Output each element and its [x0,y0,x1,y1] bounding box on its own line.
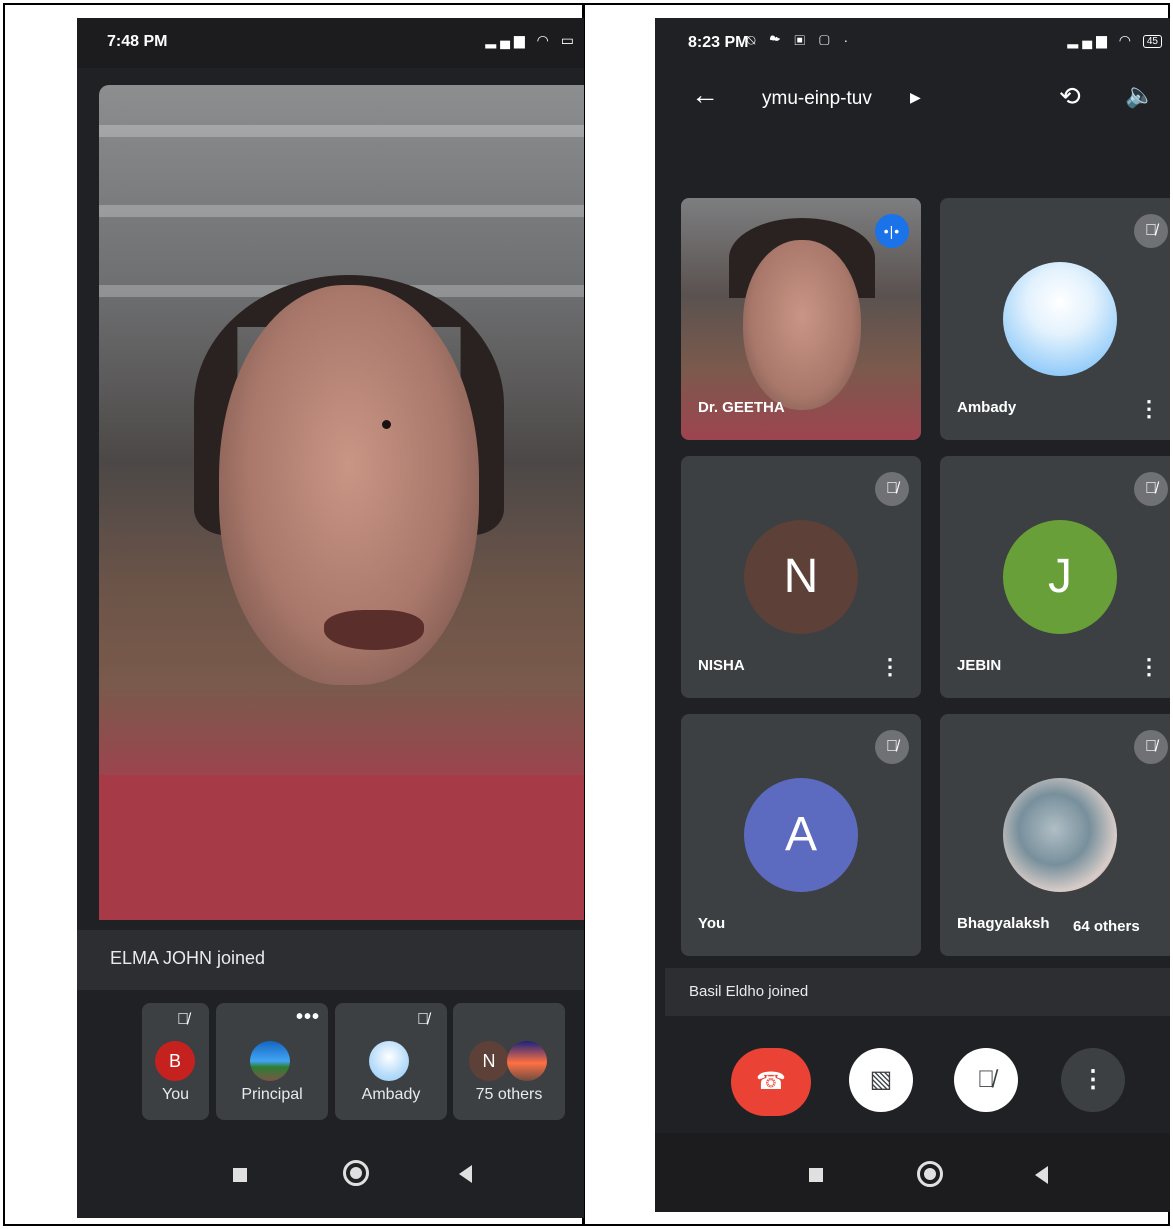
android-nav-bar [77,1138,584,1218]
avatar [1003,262,1117,376]
mic-off-icon: 🎙̸ [1134,730,1168,764]
home-button[interactable] [917,1161,943,1187]
alarm-off-icon: ⍉ [747,32,761,48]
participant-tile-principal[interactable]: ••• Principal [216,1003,328,1120]
back-arrow-icon[interactable]: ← [691,79,719,111]
participant-name: 75 others [475,1086,543,1103]
cloud-icon: ☁ [769,32,786,48]
join-notice-text: Basil Eldho joined [689,983,809,1000]
more-vert-icon[interactable]: ⋮ [879,656,901,678]
join-notice-text: ELMA JOHN joined [110,948,266,968]
participant-name: Ambady [957,399,1017,416]
speaker-icon[interactable]: 🔈 [1125,81,1155,110]
status-bar: 7:48 PM ▂▄▆ ◠ ▭ [77,18,584,68]
ceiling-beam [99,205,584,217]
left-phone-screen: 7:48 PM ▂▄▆ ◠ ▭ ELMA JOHN joined 🎙̸ B Yo… [77,18,584,1218]
notification-icons: ⍉ ☁ ▣ ▢ · [747,32,853,49]
mic-off-icon: 🎙̸ [875,472,909,506]
participant-tile-others[interactable]: N 75 others [453,1003,565,1120]
app-icon: ▣ [794,32,811,48]
mic-off-icon: 🎙̸ [1134,214,1168,248]
participant-name: Dr. GEETHA [698,399,785,416]
signal-icon: ▂▄▆ [485,32,529,48]
more-vert-icon[interactable]: ⋮ [1138,656,1160,678]
mic-off-icon: 🎙̸ [417,1011,429,1028]
participant-tile-you[interactable]: 🎙̸ B You [142,1003,209,1120]
hang-up-icon: ☎ [756,1068,786,1095]
battery-icon: ▭ [560,32,578,48]
participant-name: Ambady [361,1086,421,1103]
page: 7:48 PM ▂▄▆ ◠ ▭ ELMA JOHN joined 🎙̸ B Yo… [0,0,1173,1229]
meeting-code[interactable]: ymu-einp-tuv [762,88,872,110]
mic-toggle-button[interactable]: 🎙̸ [954,1048,1018,1112]
avatar [369,1041,409,1081]
mic-off-icon: 🎙̸ [177,1011,189,1028]
end-call-button[interactable]: ☎ [731,1048,811,1116]
more-options-button[interactable]: ⋮ [1061,1048,1125,1112]
avatar: A [744,778,858,892]
battery-icon: 45 [1142,34,1162,48]
join-notice: ELMA JOHN joined [77,930,584,990]
participant-name: You [698,915,726,932]
status-bar: 8:23 PM ⍉ ☁ ▣ ▢ · ▂▄▆ ◠ 45 [655,18,1170,68]
join-notice: Basil Eldho joined [665,968,1170,1016]
right-phone-screen: 8:23 PM ⍉ ☁ ▣ ▢ · ▂▄▆ ◠ 45 ← ymu-einp-tu… [655,18,1170,1212]
participant-tile-nisha[interactable]: 🎙̸ N NISHA ⋮ [681,456,921,698]
participant-name: Bhagyalaksh [957,915,1050,932]
participant-name: Principal [241,1086,303,1103]
speaking-indicator-icon: •|• [875,214,909,248]
bindi [382,420,391,429]
status-time: 8:23 PM [688,34,749,51]
back-button[interactable] [459,1165,472,1183]
avatar [1003,778,1117,892]
participant-tile-ambady[interactable]: 🎙̸ Ambady ⋮ [940,198,1170,440]
participant-name: NISHA [698,657,745,674]
mouth [324,610,424,650]
wifi-icon: ◠ [1118,32,1135,48]
home-button[interactable] [343,1160,369,1186]
wifi-icon: ◠ [536,32,553,48]
status-icons: ▂▄▆ ◠ 45 [1067,32,1162,49]
recents-button[interactable] [809,1168,823,1182]
participant-name: You [162,1086,189,1103]
mic-off-icon: 🎙̸ [977,1066,995,1093]
main-video-feed[interactable] [99,85,584,920]
back-button[interactable] [1035,1166,1048,1184]
shirt [99,775,584,920]
videocam-off-icon: ▧ [869,1066,893,1093]
screen-icon: ▢ [818,32,835,48]
ceiling-beam [99,125,584,137]
face [743,240,861,410]
call-controls: ☎ ▧ 🎙̸ ⋮ [655,1048,1170,1118]
status-icons: ▂▄▆ ◠ ▭ [485,32,578,49]
participant-tile-you[interactable]: 🎙̸ A You [681,714,921,956]
meeting-top-bar: ← ymu-einp-tuv ▶ ⟲ 🔈 [655,73,1170,123]
switch-camera-icon[interactable]: ⟲ [1059,81,1081,112]
participant-tile-ambady[interactable]: 🎙̸ Ambady [335,1003,447,1120]
avatar [250,1041,290,1081]
participant-strip: 🎙̸ B You ••• Principal 🎙̸ Ambady N 75 ot… [77,998,584,1123]
more-vert-icon[interactable]: ⋮ [1138,398,1160,420]
more-options-icon[interactable]: ••• [296,1006,320,1029]
avatar: N [469,1041,509,1081]
mic-off-icon: 🎙̸ [875,730,909,764]
android-nav-bar [655,1133,1170,1212]
others-count-chip[interactable]: 64 others [1059,910,1154,944]
participant-tile-jebin[interactable]: 🎙̸ J JEBIN ⋮ [940,456,1170,698]
camera-toggle-button[interactable]: ▧ [849,1048,913,1112]
avatar: J [1003,520,1117,634]
status-time: 7:48 PM [107,33,168,50]
signal-icon: ▂▄▆ [1067,32,1111,48]
more-vert-icon: ⋮ [1081,1066,1105,1093]
avatar: B [155,1041,195,1081]
participant-tile-geetha[interactable]: •|• Dr. GEETHA [681,198,921,440]
recents-button[interactable] [233,1168,247,1182]
dot-icon: · [843,32,854,48]
mic-off-icon: 🎙̸ [1134,472,1168,506]
avatar: N [744,520,858,634]
avatar [507,1041,547,1081]
caret-right-icon[interactable]: ▶ [910,89,921,106]
participant-name: JEBIN [957,657,1002,674]
